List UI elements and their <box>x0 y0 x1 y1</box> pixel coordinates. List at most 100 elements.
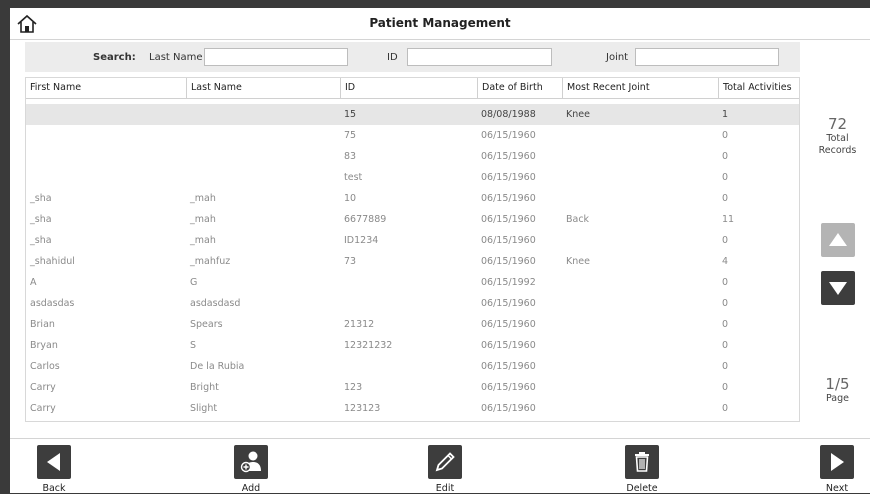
table-row[interactable]: Brian Spears 21312 06/15/1960 0 <box>26 314 799 335</box>
cell-first-name <box>26 104 186 125</box>
add-label: Add <box>241 483 261 494</box>
cell-last-name: De la Rubia <box>190 361 245 372</box>
trash-icon <box>635 452 649 472</box>
total-records-count: 72 <box>827 115 848 133</box>
cell-most-recent-joint: Knee <box>566 256 590 267</box>
back-button-face <box>37 445 71 479</box>
edit-button[interactable]: Edit <box>415 445 475 494</box>
cell-total-activities: 0 <box>722 382 729 393</box>
table-row[interactable]: _sha _mah 6677889 06/15/1960 Back 11 <box>26 209 799 230</box>
cell-last-name: Spears <box>190 319 223 330</box>
cell-total-activities: 0 <box>722 298 729 309</box>
back-label: Back <box>42 483 66 494</box>
cell-total-activities: 0 <box>722 340 729 351</box>
table-row[interactable]: Carry Bright 123 06/15/1960 0 <box>26 377 799 398</box>
cell-last-name: S <box>190 340 197 351</box>
cell-date-of-birth: 06/15/1960 <box>481 130 536 141</box>
cell-first-name: Bryan <box>30 340 58 351</box>
next-button-face <box>820 445 854 479</box>
next-label: Next <box>825 483 849 494</box>
table-row[interactable]: A G 06/15/1992 0 <box>26 272 799 293</box>
cell-first-name: _sha <box>30 235 52 246</box>
cell-total-activities: 4 <box>722 256 729 267</box>
delete-button[interactable]: Delete <box>612 445 672 494</box>
cell-last-name: _mahfuz <box>190 256 231 267</box>
column-header-id[interactable]: ID <box>340 78 477 98</box>
scroll-down-button[interactable] <box>821 271 855 305</box>
table-row[interactable]: asdasdas asdasdasd 06/15/1960 0 <box>26 293 799 314</box>
joint-search-input[interactable] <box>635 48 779 66</box>
column-header-date-of-birth[interactable]: Date of Birth <box>477 78 562 98</box>
cell-most-recent-joint <box>562 398 718 419</box>
total-records-label-1: Total <box>826 133 849 144</box>
cell-id <box>340 356 477 377</box>
cell-first-name: Carry <box>30 403 56 414</box>
cell-last-name <box>186 167 340 188</box>
cell-last-name <box>186 146 340 167</box>
back-button[interactable]: Back <box>24 445 84 494</box>
page-indicator: 1/5 Page <box>805 375 870 405</box>
next-button[interactable]: Next <box>807 445 867 494</box>
scroll-up-button[interactable] <box>821 223 855 257</box>
cell-most-recent-joint <box>562 377 718 398</box>
column-header-total-activities[interactable]: Total Activities <box>718 78 799 98</box>
table-row[interactable]: 75 06/15/1960 0 <box>26 125 799 146</box>
cell-date-of-birth: 06/15/1960 <box>481 382 536 393</box>
title-bar: Patient Management <box>10 8 870 40</box>
cell-id: 75 <box>344 130 357 141</box>
cell-id: 12321232 <box>344 340 393 351</box>
cell-most-recent-joint <box>562 188 718 209</box>
cell-most-recent-joint <box>562 167 718 188</box>
table-row[interactable]: _shahidul _mahfuz 73 06/15/1960 Knee 4 <box>26 251 799 272</box>
cell-first-name: _shahidul <box>30 256 75 267</box>
column-header-last-name[interactable]: Last Name <box>186 78 340 98</box>
last-name-search-input[interactable] <box>204 48 348 66</box>
cell-date-of-birth: 06/15/1960 <box>481 319 536 330</box>
cell-most-recent-joint <box>562 230 718 251</box>
cell-id: 83 <box>344 151 357 162</box>
cell-first-name: Brian <box>30 319 55 330</box>
cell-most-recent-joint <box>562 293 718 314</box>
cell-last-name: Bright <box>190 382 219 393</box>
cell-date-of-birth: 06/15/1960 <box>481 235 536 246</box>
table-row[interactable]: test 06/15/1960 0 <box>26 167 799 188</box>
cell-first-name <box>26 167 186 188</box>
table-row[interactable]: Carry Slight 123123 06/15/1960 0 <box>26 398 799 419</box>
cell-last-name <box>186 104 340 125</box>
column-header-most-recent-joint[interactable]: Most Recent Joint <box>562 78 718 98</box>
cell-most-recent-joint <box>562 314 718 335</box>
cell-first-name <box>26 125 186 146</box>
cell-id: 6677889 <box>344 214 387 225</box>
cell-total-activities: 0 <box>722 319 729 330</box>
add-button[interactable]: Add <box>221 445 281 494</box>
up-arrow-icon <box>829 233 847 246</box>
cell-date-of-birth: 06/15/1992 <box>481 277 536 288</box>
total-records-label-2: Records <box>818 145 857 156</box>
cell-date-of-birth: 08/08/1988 <box>481 109 536 120</box>
pencil-icon <box>435 452 455 472</box>
table-row[interactable]: 15 08/08/1988 Knee 1 <box>26 104 799 125</box>
cell-total-activities: 11 <box>722 214 735 225</box>
column-header-first-name[interactable]: First Name <box>26 78 186 98</box>
search-label: Search: <box>93 52 136 63</box>
cell-first-name: A <box>30 277 37 288</box>
table-row[interactable]: _sha _mah ID1234 06/15/1960 0 <box>26 230 799 251</box>
table-row[interactable]: Carlos De la Rubia 06/15/1960 0 <box>26 356 799 377</box>
table-row[interactable]: 83 06/15/1960 0 <box>26 146 799 167</box>
cell-most-recent-joint <box>562 272 718 293</box>
delete-label: Delete <box>626 483 658 494</box>
table-row[interactable]: _sha _mah 10 06/15/1960 0 <box>26 188 799 209</box>
cell-id: 73 <box>344 256 357 267</box>
page-label: Page <box>826 393 849 404</box>
cell-most-recent-joint: Back <box>566 214 590 225</box>
cell-most-recent-joint <box>562 356 718 377</box>
cell-total-activities: 0 <box>722 361 729 372</box>
cell-total-activities: 0 <box>722 151 729 162</box>
cell-most-recent-joint <box>562 125 718 146</box>
cell-total-activities: 0 <box>722 235 729 246</box>
delete-button-face <box>625 445 659 479</box>
id-search-input[interactable] <box>407 48 552 66</box>
next-arrow-icon <box>831 453 844 471</box>
patient-table: First Name Last Name ID Date of Birth Mo… <box>25 77 800 422</box>
table-row[interactable]: Bryan S 12321232 06/15/1960 0 <box>26 335 799 356</box>
